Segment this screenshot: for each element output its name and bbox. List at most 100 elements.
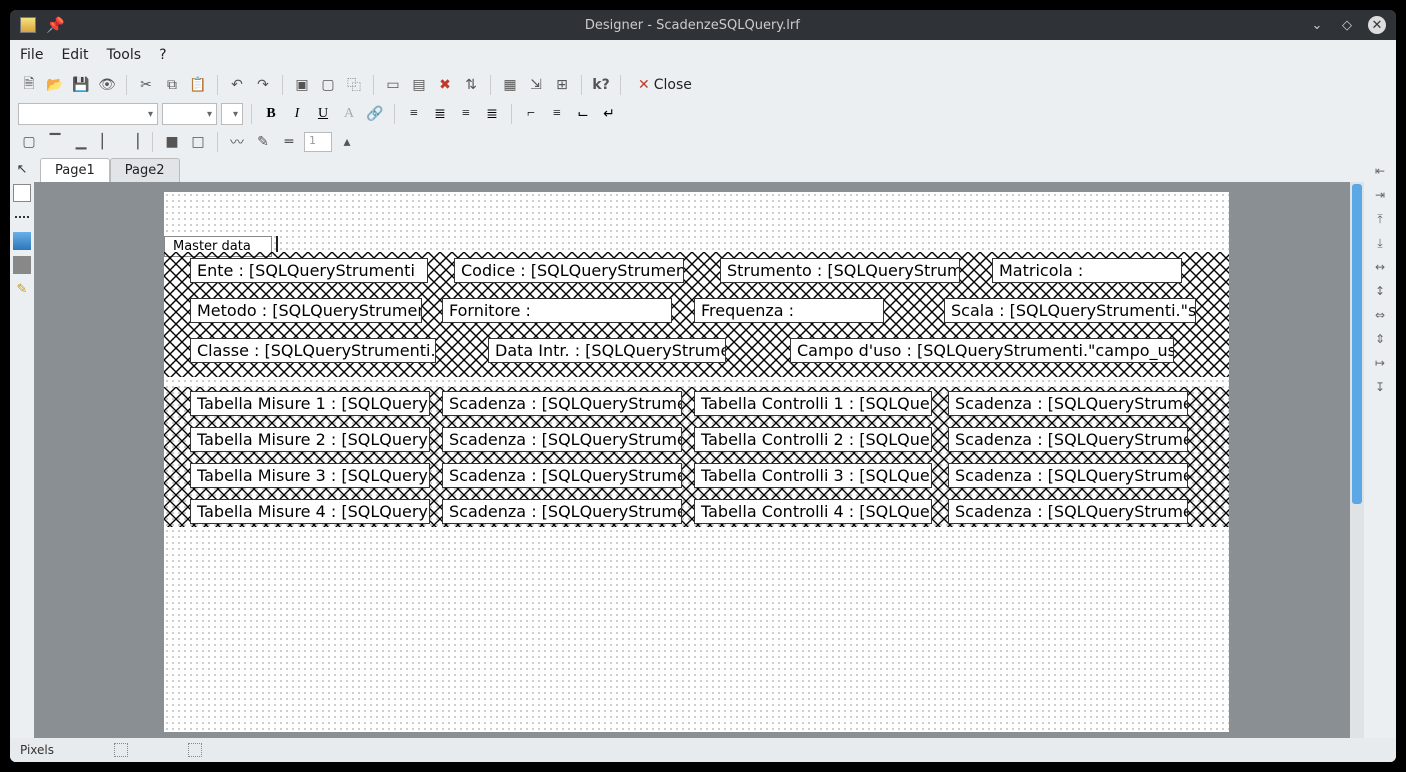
menu-help[interactable]: ? xyxy=(159,47,166,63)
space-vert-icon[interactable]: ⇕ xyxy=(1370,332,1390,346)
fontcolor-button[interactable]: A xyxy=(338,103,360,125)
frame-clear-icon[interactable]: □ xyxy=(187,131,209,153)
field-campo-uso[interactable]: Campo d'uso : [SQLQueryStrumenti."campo_… xyxy=(790,338,1174,363)
align-right-icon[interactable]: ≡ xyxy=(455,103,477,125)
select-tool-icon[interactable]: ↖ xyxy=(13,160,31,178)
field-tabella-controlli-3[interactable]: Tabella Controlli 3 : [SQLQuery xyxy=(694,463,932,488)
page-delete-icon[interactable]: ✖ xyxy=(434,74,456,96)
center-vert-icon[interactable]: ↕ xyxy=(1370,284,1390,298)
field-codice[interactable]: Codice : [SQLQueryStrumenti xyxy=(454,258,684,283)
field-scadenza-c2[interactable]: Scadenza : [SQLQueryStrument xyxy=(948,427,1188,452)
field-frequenza[interactable]: Frequenza : xyxy=(694,298,884,323)
page-add-icon[interactable]: ▤ xyxy=(408,74,430,96)
close-designer-button[interactable]: ✕ Close xyxy=(629,73,701,97)
tab-page2[interactable]: Page2 xyxy=(110,158,180,182)
field-scadenza-m3[interactable]: Scadenza : [SQLQueryStrument xyxy=(442,463,682,488)
bold-button[interactable]: B xyxy=(260,103,282,125)
center-horiz-icon[interactable]: ↔ xyxy=(1370,260,1390,274)
space-horiz-icon[interactable]: ⇔ xyxy=(1370,308,1390,322)
underline-button[interactable]: U xyxy=(312,103,334,125)
field-scala[interactable]: Scala : [SQLQueryStrumenti."sca xyxy=(944,298,1196,323)
field-classe[interactable]: Classe : [SQLQueryStrumenti."cl xyxy=(190,338,436,363)
line-width-value[interactable]: 1 xyxy=(304,132,332,152)
image-tool-icon[interactable] xyxy=(13,232,31,250)
scrollbar-thumb[interactable] xyxy=(1352,184,1362,504)
align-center-icon[interactable]: ≣ xyxy=(429,103,451,125)
field-scadenza-c4[interactable]: Scadenza : [SQLQueryStrument xyxy=(948,499,1188,524)
report-page[interactable]: Master data Ente : [SQLQueryStrumenti Co… xyxy=(164,192,1229,732)
field-tabella-misure-1[interactable]: Tabella Misure 1 : [SQLQuerySt xyxy=(190,391,430,416)
bring-front-icon[interactable]: ▣ xyxy=(291,74,313,96)
field-scadenza-m1[interactable]: Scadenza : [SQLQueryStrument xyxy=(442,391,682,416)
field-scadenza-c3[interactable]: Scadenza : [SQLQueryStrument xyxy=(948,463,1188,488)
valign-bottom-icon[interactable]: ⌙ xyxy=(572,103,594,125)
copy-icon[interactable]: ⧉ xyxy=(161,74,183,96)
align-left-edges-icon[interactable]: ⇤ xyxy=(1370,164,1390,178)
spin-up-icon[interactable]: ▴ xyxy=(336,131,358,153)
detail-band[interactable]: Tabella Misure 1 : [SQLQuerySt Scadenza … xyxy=(164,387,1229,527)
frame-all-icon[interactable]: ■ xyxy=(161,131,183,153)
grid-show-icon[interactable]: ▦ xyxy=(499,74,521,96)
whatsthis-icon[interactable]: k? xyxy=(590,74,612,96)
send-back-icon[interactable]: ▢ xyxy=(317,74,339,96)
new-icon[interactable]: 🗎 xyxy=(18,74,40,96)
band-tool-icon[interactable] xyxy=(13,256,31,274)
field-fornitore[interactable]: Fornitore : xyxy=(442,298,672,323)
line-width-icon[interactable]: ═ xyxy=(278,131,300,153)
font-combo[interactable] xyxy=(18,103,158,125)
field-matricola[interactable]: Matricola : xyxy=(992,258,1182,283)
italic-button[interactable]: I xyxy=(286,103,308,125)
maximize-button[interactable]: ◇ xyxy=(1338,16,1356,34)
line-tool-icon[interactable] xyxy=(15,216,29,218)
wordwrap-icon[interactable]: ↵ xyxy=(598,103,620,125)
field-tabella-misure-4[interactable]: Tabella Misure 4 : [SQLQuerySt xyxy=(190,499,430,524)
memo-tool-icon[interactable] xyxy=(13,184,31,202)
align-right-edges-icon[interactable]: ⇥ xyxy=(1370,188,1390,202)
field-strumento[interactable]: Strumento : [SQLQueryStrumen xyxy=(720,258,960,283)
field-metodo[interactable]: Metodo : [SQLQueryStrumenti xyxy=(190,298,422,323)
canvas[interactable]: Master data Ente : [SQLQueryStrumenti Co… xyxy=(34,182,1364,738)
tab-page1[interactable]: Page1 xyxy=(40,158,110,182)
same-height-icon[interactable]: ↧ xyxy=(1370,380,1390,394)
sort-icon[interactable]: ⇅ xyxy=(460,74,482,96)
grid-snap-icon[interactable]: ⇲ xyxy=(525,74,547,96)
frame-bottom-icon[interactable]: ▁ xyxy=(70,131,92,153)
highlight-button[interactable]: 🔗 xyxy=(364,103,386,125)
field-tabella-controlli-1[interactable]: Tabella Controlli 1 : [SQLQuery xyxy=(694,391,932,416)
field-tabella-misure-3[interactable]: Tabella Misure 3 : [SQLQuerySt xyxy=(190,463,430,488)
line-color-icon[interactable]: ✎ xyxy=(252,131,274,153)
frame-right-icon[interactable]: ▕ xyxy=(122,131,144,153)
master-data-band[interactable]: Ente : [SQLQueryStrumenti Codice : [SQLQ… xyxy=(164,252,1229,377)
frame-none-icon[interactable]: ▢ xyxy=(18,131,40,153)
menu-tools[interactable]: Tools xyxy=(107,47,142,63)
save-icon[interactable]: 💾 xyxy=(70,74,92,96)
open-icon[interactable]: 📂 xyxy=(44,74,66,96)
paste-icon[interactable]: 📋 xyxy=(187,74,209,96)
cut-icon[interactable]: ✂ xyxy=(135,74,157,96)
field-tabella-misure-2[interactable]: Tabella Misure 2 : [SQLQuerySt xyxy=(190,427,430,452)
fontsize-combo[interactable] xyxy=(162,103,217,125)
draw-tool-icon[interactable]: ✎ xyxy=(13,280,31,298)
align-justify-icon[interactable]: ≣ xyxy=(481,103,503,125)
field-scadenza-m4[interactable]: Scadenza : [SQLQueryStrument xyxy=(442,499,682,524)
field-scadenza-m2[interactable]: Scadenza : [SQLQueryStrument xyxy=(442,427,682,452)
vertical-scrollbar[interactable] xyxy=(1350,182,1364,738)
undo-icon[interactable]: ↶ xyxy=(226,74,248,96)
menu-edit[interactable]: Edit xyxy=(61,47,88,63)
same-width-icon[interactable]: ↦ xyxy=(1370,356,1390,370)
redo-icon[interactable]: ↷ xyxy=(252,74,274,96)
preview-icon[interactable]: 👁 xyxy=(96,74,118,96)
frame-top-icon[interactable]: ▔ xyxy=(44,131,66,153)
menu-file[interactable]: File xyxy=(20,47,43,63)
group-icon[interactable]: ⿻ xyxy=(343,74,365,96)
field-tabella-controlli-4[interactable]: Tabella Controlli 4 : [SQLQuery xyxy=(694,499,932,524)
align-left-icon[interactable]: ≡ xyxy=(403,103,425,125)
field-scadenza-c1[interactable]: Scadenza : [SQLQueryStrument xyxy=(948,391,1188,416)
pin-icon[interactable]: 📌 xyxy=(46,16,65,34)
grid-align-icon[interactable]: ⊞ xyxy=(551,74,573,96)
page-setup-icon[interactable]: ▭ xyxy=(382,74,404,96)
line-style-icon[interactable]: 〰 xyxy=(226,131,248,153)
minimize-button[interactable]: ⌄ xyxy=(1308,16,1326,34)
valign-top-icon[interactable]: ⌐ xyxy=(520,103,542,125)
align-bottom-edges-icon[interactable]: ⤓ xyxy=(1370,236,1390,250)
